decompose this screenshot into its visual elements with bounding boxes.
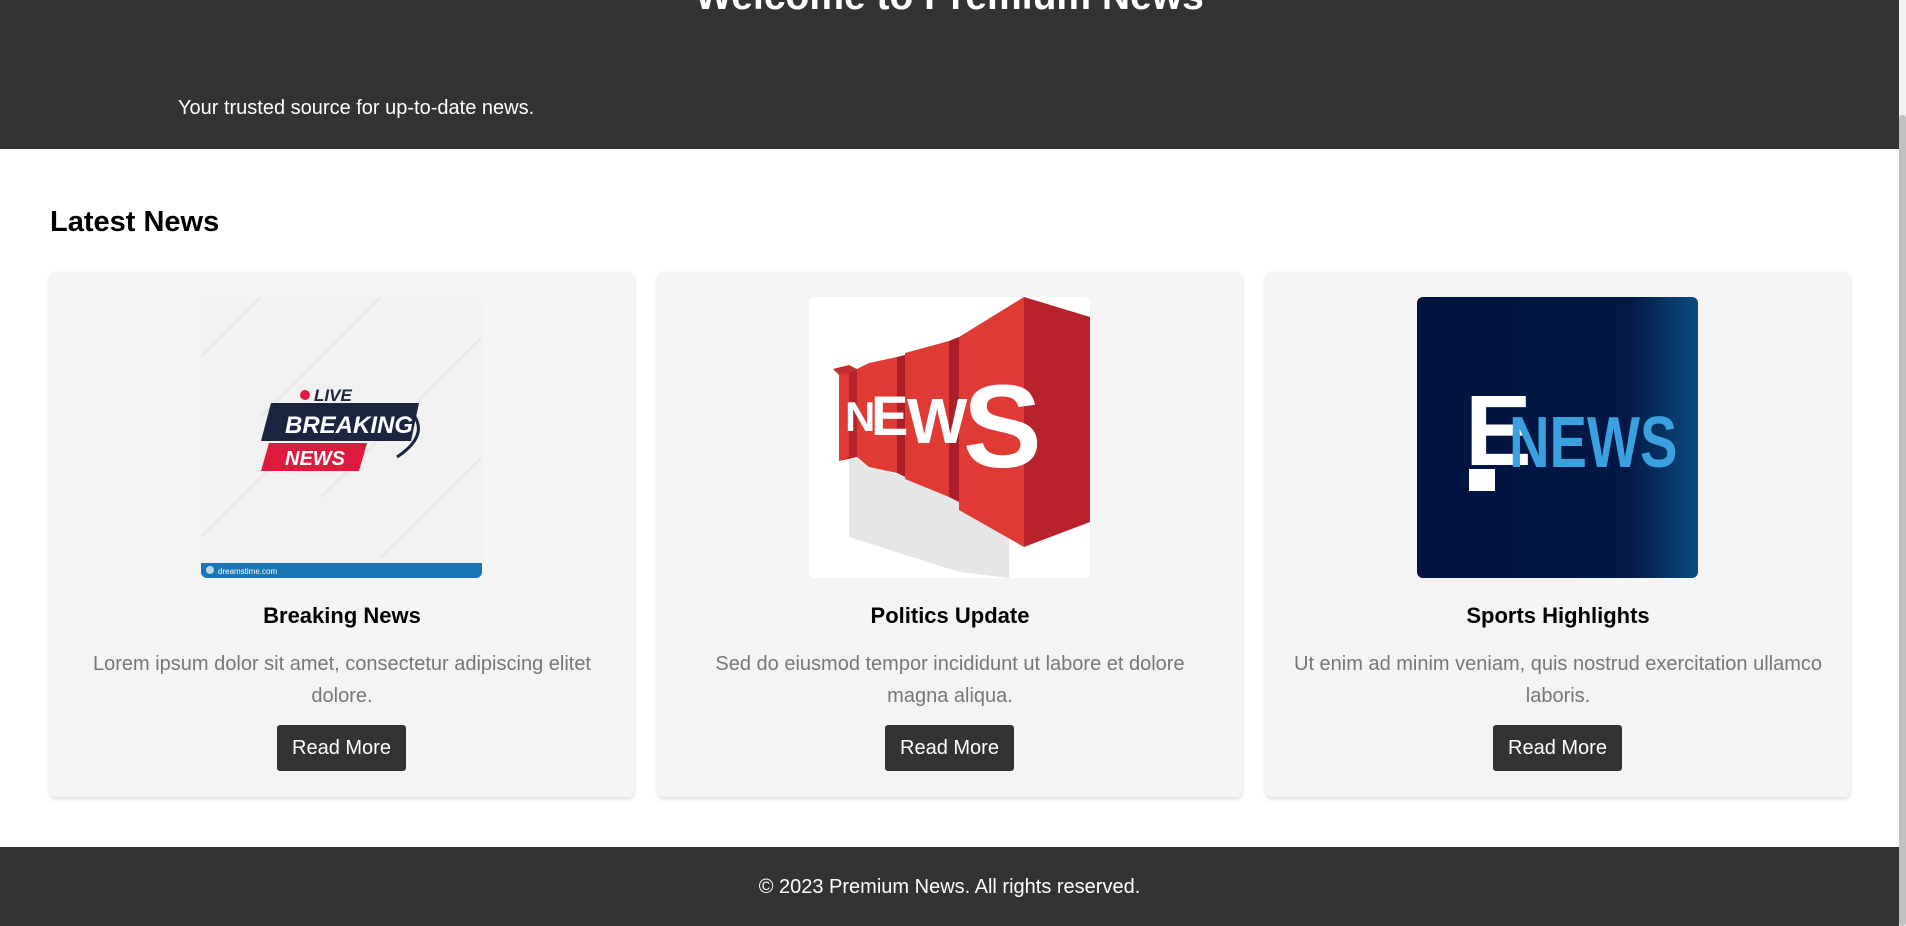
card-title: Sports Highlights [1466, 603, 1650, 628]
site-header: Welcome to Premium News Your trusted sou… [0, 0, 1899, 149]
site-tagline: Your trusted source for up-to-date news. [178, 97, 535, 119]
news-card-politics: N E W S Politics Update Sed do eiusmod t… [658, 272, 1242, 797]
read-more-button[interactable]: Read More [885, 725, 1014, 771]
breaking-news-image: LIVE BREAKING NEWS dreamstime.com [201, 297, 482, 578]
page: Welcome to Premium News Your trusted sou… [0, 0, 1906, 926]
read-more-button[interactable]: Read More [1493, 725, 1622, 771]
news-3d-blocks-logo: N E W S [809, 297, 1090, 578]
card-description: Sed do eiusmod tempor incididunt ut labo… [715, 653, 1185, 707]
site-title: Welcome to Premium News [0, 0, 1899, 20]
svg-text:NEWS: NEWS [1509, 402, 1677, 482]
news-card-sports: E NEWS Sports Highlights Ut enim ad mini… [1266, 272, 1850, 797]
card-description: Lorem ipsum dolor sit amet, consectetur … [92, 653, 591, 707]
read-more-button[interactable]: Read More [277, 725, 406, 771]
news-card-breaking: LIVE BREAKING NEWS dreamstime.com Breaki… [50, 272, 634, 797]
svg-text:BREAKING: BREAKING [285, 412, 413, 439]
svg-text:dreamstime.com: dreamstime.com [218, 567, 277, 576]
live-breaking-news-logo: LIVE BREAKING NEWS dreamstime.com [201, 297, 482, 578]
vertical-scrollbar[interactable] [1899, 0, 1906, 926]
svg-text:LIVE: LIVE [314, 386, 352, 405]
card-title: Breaking News [263, 603, 421, 628]
latest-news-heading: Latest News [50, 206, 220, 238]
card-description: Ut enim ad minim veniam, quis nostrud ex… [1294, 653, 1822, 707]
politics-update-image: N E W S [809, 297, 1090, 578]
svg-text:NEWS: NEWS [285, 448, 346, 470]
card-title: Politics Update [870, 603, 1030, 628]
footer-copyright: © 2023 Premium News. All rights reserved… [758, 876, 1141, 898]
svg-text:E: E [871, 384, 908, 447]
scrollbar-thumb[interactable] [1899, 115, 1906, 926]
svg-text:S: S [963, 361, 1042, 493]
site-footer: © 2023 Premium News. All rights reserved… [0, 847, 1899, 926]
sports-highlights-image: E NEWS [1417, 297, 1698, 578]
svg-text:W: W [907, 385, 968, 457]
e-news-logo: E NEWS [1417, 297, 1698, 578]
